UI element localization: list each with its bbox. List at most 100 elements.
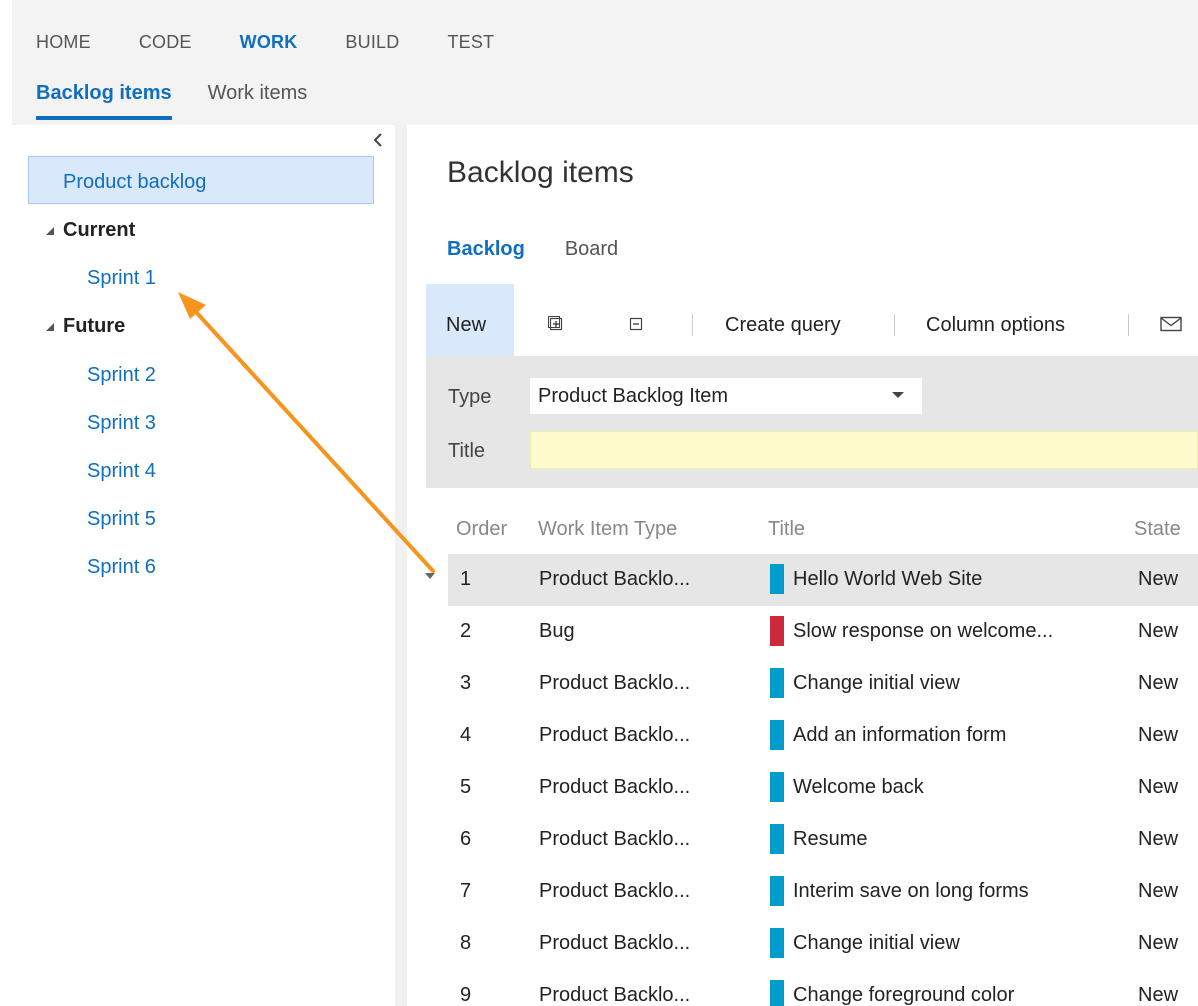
row-title: Change initial view	[793, 932, 960, 954]
sidebar-item-sprint-6[interactable]: Sprint 6	[87, 556, 156, 579]
row-state: New	[1138, 932, 1179, 954]
row-state: New	[1138, 776, 1179, 798]
view-tabs: Backlog Board	[447, 238, 658, 261]
row-title: Welcome back	[793, 776, 924, 798]
nav-work[interactable]: WORK	[240, 32, 298, 53]
collapse-sidebar-icon[interactable]	[371, 130, 385, 150]
expanded-triangle-icon	[46, 322, 54, 331]
row-work-item-type: Product Backlo...	[539, 724, 691, 746]
sidebar-group-current[interactable]: Current	[45, 219, 135, 242]
expand-all-icon[interactable]	[548, 316, 564, 332]
toolbar-divider	[692, 314, 693, 336]
row-order: 9	[460, 984, 472, 1006]
row-work-item-type: Product Backlo...	[539, 828, 691, 850]
table-row[interactable]: 6 Product Backlo... Resume New	[448, 814, 1198, 866]
row-order: 7	[460, 880, 472, 902]
collapse-all-icon[interactable]	[628, 316, 644, 332]
row-order: 2	[460, 620, 472, 642]
type-label: Type	[448, 386, 492, 408]
backlog-toolbar: New Create query Column options	[426, 284, 1198, 356]
main-nav: HOME CODE WORK BUILD TEST	[36, 32, 542, 53]
sub-nav: Backlog items Work items	[36, 82, 343, 124]
table-row[interactable]: 9 Product Backlo... Change foreground colo…	[448, 970, 1198, 1006]
row-work-item-type: Product Backlo...	[539, 932, 691, 954]
row-title: Hello World Web Site	[793, 568, 983, 590]
tab-board[interactable]: Board	[565, 238, 618, 261]
row-order: 5	[460, 776, 472, 798]
pbi-color-bar	[770, 928, 784, 958]
row-work-item-type: Product Backlo...	[539, 880, 691, 902]
table-row[interactable]: 5 Product Backlo... Welcome back New	[448, 762, 1198, 814]
pbi-color-bar	[770, 668, 784, 698]
title-input[interactable]	[530, 431, 1198, 469]
row-order: 4	[460, 724, 472, 746]
sidebar-splitter[interactable]	[395, 125, 407, 1006]
row-title: Add an information form	[793, 724, 1007, 746]
row-title: Change initial view	[793, 672, 960, 694]
bug-color-bar	[770, 616, 784, 646]
column-header-order[interactable]: Order	[456, 518, 507, 541]
sidebar-item-label: Product backlog	[63, 171, 207, 193]
column-header-state[interactable]: State	[1134, 518, 1181, 541]
row-title: Interim save on long forms	[793, 880, 1029, 902]
sidebar-item-sprint-5[interactable]: Sprint 5	[87, 508, 156, 531]
row-state: New	[1138, 672, 1179, 694]
table-row[interactable]: 8 Product Backlo... Change initial view New	[448, 918, 1198, 970]
row-state: New	[1138, 724, 1179, 746]
sidebar-item-sprint-2[interactable]: Sprint 2	[87, 364, 156, 387]
type-select-value: Product Backlog Item	[538, 385, 729, 407]
row-state: New	[1138, 880, 1179, 902]
row-title: Slow response on welcome...	[793, 620, 1054, 642]
row-state: New	[1138, 828, 1179, 850]
work-item-type-select[interactable]: Product Backlog Item	[530, 378, 922, 414]
toolbar-divider	[894, 314, 895, 336]
new-button-label: New	[446, 314, 487, 336]
group-label: Future	[63, 315, 126, 337]
group-label: Current	[63, 219, 136, 241]
row-order: 8	[460, 932, 472, 954]
pbi-color-bar	[770, 876, 784, 906]
sidebar-item-sprint-1[interactable]: Sprint 1	[87, 267, 156, 290]
sidebar-item-sprint-4[interactable]: Sprint 4	[87, 460, 156, 483]
top-header: HOME CODE WORK BUILD TEST Backlog items …	[12, 0, 1198, 125]
pbi-color-bar	[770, 980, 784, 1006]
toolbar-divider	[1128, 314, 1129, 336]
column-header-work-item-type[interactable]: Work Item Type	[538, 518, 677, 541]
create-query-button[interactable]: Create query	[725, 314, 841, 337]
row-title: Resume	[793, 828, 868, 850]
nav-build[interactable]: BUILD	[345, 32, 399, 53]
sidebar-item-product-backlog[interactable]: Product backlog	[28, 156, 374, 204]
sidebar-item-sprint-3[interactable]: Sprint 3	[87, 412, 156, 435]
expanded-triangle-icon	[46, 226, 54, 235]
email-icon[interactable]	[1160, 316, 1182, 332]
row-state: New	[1138, 984, 1179, 1006]
row-work-item-type: Product Backlo...	[539, 568, 691, 590]
pbi-color-bar	[770, 720, 784, 750]
new-button[interactable]: New	[426, 284, 514, 356]
nav-test[interactable]: TEST	[447, 32, 494, 53]
pbi-color-bar	[770, 772, 784, 802]
column-options-button[interactable]: Column options	[926, 314, 1065, 337]
table-row[interactable]: 2 Bug Slow response on welcome... New	[448, 606, 1198, 658]
pbi-color-bar	[770, 824, 784, 854]
sidebar-group-future[interactable]: Future	[45, 315, 125, 338]
subnav-backlog-items[interactable]: Backlog items	[36, 82, 172, 124]
nav-code[interactable]: CODE	[139, 32, 192, 53]
sidebar	[0, 125, 395, 1006]
row-order: 3	[460, 672, 472, 694]
row-title: Change foreground color	[793, 984, 1015, 1006]
row-state: New	[1138, 620, 1179, 642]
nav-home[interactable]: HOME	[36, 32, 91, 53]
page-title: Backlog items	[447, 156, 634, 189]
tab-backlog[interactable]: Backlog	[447, 238, 525, 261]
table-row[interactable]: 7 Product Backlo... Interim save on long f…	[448, 866, 1198, 918]
row-context-menu-icon[interactable]	[425, 573, 435, 579]
table-row[interactable]: 3 Product Backlo... Change initial view New	[448, 658, 1198, 710]
row-state: New	[1138, 568, 1179, 590]
column-header-title[interactable]: Title	[768, 518, 805, 541]
row-work-item-type: Product Backlo...	[539, 984, 691, 1006]
subnav-work-items[interactable]: Work items	[208, 82, 308, 124]
table-row[interactable]: 4 Product Backlo... Add an information for…	[448, 710, 1198, 762]
row-work-item-type: Product Backlo...	[539, 672, 691, 694]
table-row[interactable]: 1 Product Backlo... Hello World Web Site Ne…	[448, 554, 1198, 606]
